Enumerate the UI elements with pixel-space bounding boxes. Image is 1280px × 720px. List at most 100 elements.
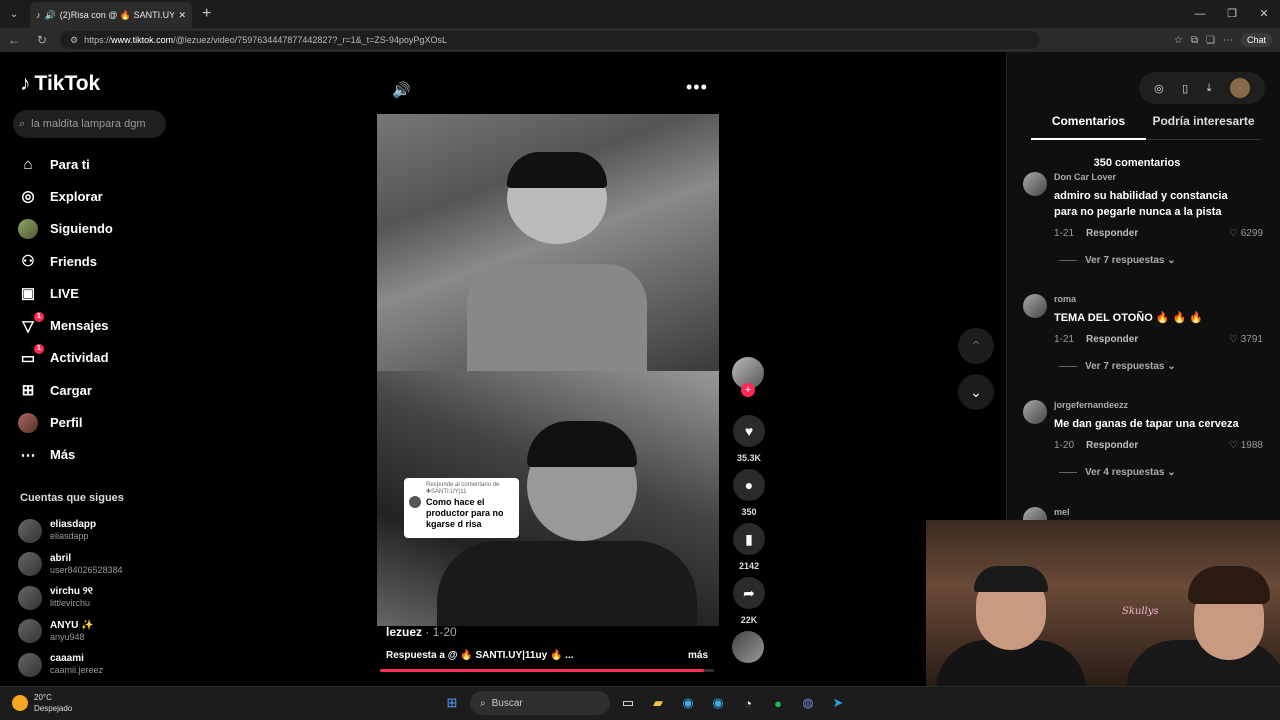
spotify-icon[interactable]: ●: [766, 691, 790, 715]
like-button[interactable]: ♥ 35.3K: [732, 415, 766, 463]
video-progress-bar[interactable]: [380, 669, 714, 672]
sidebar-item-actividad[interactable]: ▭ 1 Actividad: [18, 342, 178, 374]
new-tab-icon[interactable]: +: [202, 5, 211, 23]
window-controls: — ❐ ✕: [1184, 0, 1280, 28]
view-replies-button[interactable]: Ver 4 respuestas ⌄: [1059, 467, 1263, 478]
search-input[interactable]: ⌕ la maldita lampara dgm: [13, 110, 166, 138]
file-explorer-icon[interactable]: ▰: [646, 691, 670, 715]
reload-icon[interactable]: ↻: [28, 33, 56, 47]
profile-icon: [18, 412, 38, 433]
video-author[interactable]: lezuez · 1-20: [386, 625, 457, 639]
heart-outline-icon: ♡: [1229, 228, 1241, 239]
comment-meta: 1-21 Responder ♡ 6299: [1054, 228, 1263, 239]
share-button[interactable]: ➦ 22K: [732, 577, 766, 625]
close-window-icon[interactable]: ✕: [1248, 0, 1280, 28]
browser-toolbar: ☆ ⧉ ❏ ⋯ Chat: [1174, 33, 1280, 47]
avatar: [409, 496, 421, 508]
favorites-icon[interactable]: ☆: [1174, 35, 1183, 46]
comment-meta: 1-21 Responder ♡ 3791: [1054, 334, 1263, 345]
view-replies-button[interactable]: Ver 7 respuestas ⌄: [1059, 361, 1263, 372]
collections-icon[interactable]: ❏: [1206, 35, 1215, 46]
following-item[interactable]: caaami caamii.jereez: [18, 648, 178, 682]
settings-menu-icon[interactable]: ⋯: [1223, 35, 1233, 46]
more-options-icon[interactable]: •••: [686, 77, 708, 98]
volume-icon[interactable]: 🔊: [392, 81, 411, 99]
tab-comentarios[interactable]: Comentarios: [1031, 114, 1146, 140]
next-video-chevron-down-icon[interactable]: ⌄: [958, 374, 994, 410]
neon-sign: Skullys: [1122, 606, 1159, 617]
clock-app-icon[interactable]: ◔: [736, 691, 760, 715]
avatar[interactable]: [1229, 78, 1250, 98]
home-icon: ⌂: [23, 155, 33, 173]
share-icon: ➦: [733, 577, 765, 609]
creator-avatar[interactable]: +: [732, 357, 764, 397]
sidebar-item-perfil[interactable]: Perfil: [18, 406, 178, 438]
compass-icon: ◎: [21, 188, 35, 206]
sidebar-item-explorar[interactable]: ◎ Explorar: [18, 180, 178, 212]
following-item[interactable]: ANYU ✨ anyu948: [18, 615, 178, 649]
avatar[interactable]: [1023, 294, 1047, 318]
reply-button[interactable]: Responder: [1086, 334, 1138, 345]
tab-list-chevron-icon[interactable]: ⌄: [4, 4, 24, 24]
back-icon[interactable]: ←: [0, 33, 28, 47]
previous-video-chevron-up-icon[interactable]: ⌃: [958, 328, 994, 364]
following-item[interactable]: eliasdapp eliasdapp: [18, 514, 178, 548]
video-player[interactable]: Responde al comentario de ✚SANTI.UY|11 C…: [377, 114, 719, 626]
taskbar-search[interactable]: ⌕ Buscar: [470, 691, 610, 715]
message-icon: ▽ 1: [18, 311, 44, 336]
browser-tab-active[interactable]: ♪ 🔊 (2)Risa con @ 🔥 SANTI.UY y ✕: [30, 2, 192, 28]
save-button[interactable]: ▮ 2142: [732, 523, 766, 571]
following-item[interactable]: abril user84026528384: [18, 548, 178, 582]
comment-button[interactable]: ● 350: [732, 469, 766, 517]
comment-like-button[interactable]: ♡ 1988: [1229, 440, 1263, 451]
video-frame-top: [377, 114, 719, 374]
comment-like-button[interactable]: ♡ 6299: [1229, 228, 1263, 239]
telegram-icon[interactable]: ➤: [826, 691, 850, 715]
minimize-icon[interactable]: —: [1184, 0, 1216, 28]
sidebar-item-para-ti[interactable]: ⌂ Para ti: [18, 148, 178, 180]
tab-title: (2)Risa con @ 🔥 SANTI.UY y: [59, 9, 175, 20]
video-description: Respuesta a @ 🔥 SANTI.UY|11uy 🔥 ... más: [386, 650, 708, 661]
address-bar-row: ← ↻ ⚙ https://www.tiktok.com/@lezuez/vid…: [0, 28, 1280, 52]
sidebar-nav: ⌂ Para ti ◎ Explorar Siguiendo ⚇ Friends ▣ L…: [18, 148, 178, 471]
speaker-icon[interactable]: 🔊: [45, 10, 56, 21]
reply-button[interactable]: Responder: [1086, 440, 1138, 451]
avatar-icon: [18, 218, 38, 239]
avatar[interactable]: [1023, 172, 1047, 196]
avatar[interactable]: [1023, 400, 1047, 424]
comment-like-button[interactable]: ♡ 3791: [1229, 334, 1263, 345]
comment-icon: ●: [733, 469, 765, 501]
site-info-icon[interactable]: ⚙: [70, 35, 78, 46]
chat-button[interactable]: Chat: [1240, 33, 1272, 47]
sidebar-item-mensajes[interactable]: ▽ 1 Mensajes: [18, 309, 178, 341]
sidebar-item-mas[interactable]: ⋯ Más: [18, 439, 178, 471]
sidebar-item-live[interactable]: ▣ LIVE: [18, 277, 178, 309]
more-link[interactable]: más: [688, 650, 708, 661]
url-field[interactable]: ⚙ https://www.tiktok.com/@lezuez/video/7…: [60, 31, 1040, 49]
edge-active-icon[interactable]: ◉: [706, 691, 730, 715]
follow-plus-icon[interactable]: +: [741, 383, 755, 397]
maximize-icon[interactable]: ❐: [1216, 0, 1248, 28]
tiktok-logo[interactable]: ♪ TikTok: [20, 72, 100, 96]
search-icon: ⌕: [480, 697, 486, 709]
view-replies-button[interactable]: Ver 7 respuestas ⌄: [1059, 255, 1263, 266]
edge-icon[interactable]: ◉: [676, 691, 700, 715]
coin-icon[interactable]: ◎: [1154, 82, 1164, 95]
sidebar-item-friends[interactable]: ⚇ Friends: [18, 245, 178, 277]
reply-button[interactable]: Responder: [1086, 228, 1138, 239]
music-disc-icon[interactable]: [732, 631, 764, 663]
task-view-icon[interactable]: ▭: [616, 691, 640, 715]
sidebar-item-cargar[interactable]: ⊞ Cargar: [18, 374, 178, 406]
close-tab-icon[interactable]: ✕: [178, 10, 186, 21]
weather-widget[interactable]: 20°C Despejado: [12, 692, 72, 714]
download-icon[interactable]: ⤓: [1207, 82, 1212, 95]
tab-podria-interesarte[interactable]: Podría interesarte: [1146, 114, 1261, 140]
discord-icon[interactable]: ◍: [796, 691, 820, 715]
sidebar-item-siguiendo[interactable]: Siguiendo: [18, 213, 178, 245]
mensajes-badge: 1: [34, 311, 44, 322]
device-icon[interactable]: ▯: [1182, 82, 1188, 95]
start-icon[interactable]: ⊞: [440, 691, 464, 715]
extensions-icon[interactable]: ⧉: [1191, 35, 1198, 46]
following-item[interactable]: virchu ୨୧ littlevirchu: [18, 581, 178, 615]
reply-sticker: Responde al comentario de ✚SANTI.UY|11 C…: [404, 478, 519, 538]
